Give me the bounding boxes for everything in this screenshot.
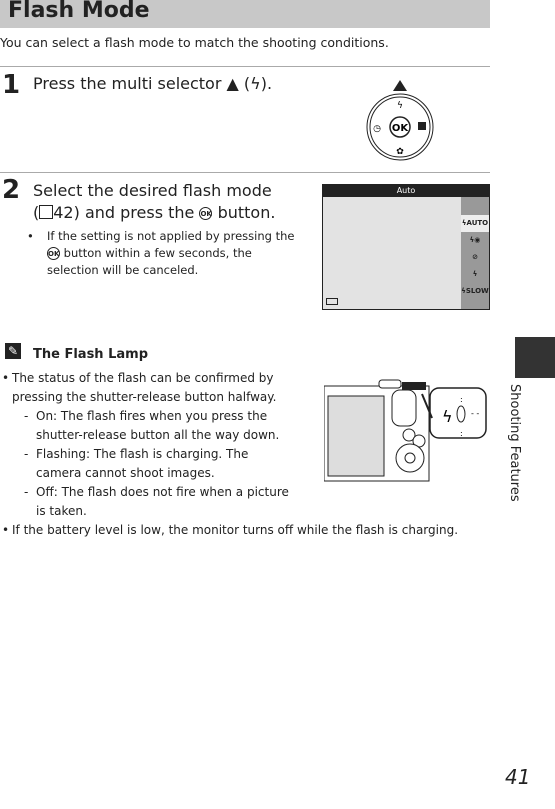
menu-item-fill[interactable]: ϟ <box>461 266 489 283</box>
note-body: • The status of the flash can be confirme… <box>2 371 459 537</box>
intro-text: You can select a flash mode to match the… <box>0 35 389 50</box>
battery-icon <box>326 298 338 305</box>
screen-title: Auto <box>323 185 489 197</box>
flash-mode-menu: ϟAUTO ϟ◉ ⊘ ϟ ϟSLOW <box>461 197 489 309</box>
section-tab <box>515 337 555 378</box>
svg-text:ϟ: ϟ <box>397 101 403 111</box>
page-number: 41 <box>505 765 531 789</box>
section-title-bar: Flash Mode <box>0 0 490 28</box>
divider <box>0 66 490 67</box>
camera-monitor-screen: Auto ϟAUTO ϟ◉ ⊘ ϟ ϟSLOW <box>322 184 490 310</box>
ok-button-icon: OK <box>47 247 60 260</box>
menu-item-auto[interactable]: ϟAUTO <box>461 215 489 232</box>
list-item: • If the setting is not applied by pressi… <box>27 229 295 277</box>
note-icon: ✎ <box>5 343 21 359</box>
svg-text:OK: OK <box>392 123 410 134</box>
multi-selector-illustration: OK ϟ ◷ ✿ <box>366 80 434 161</box>
step-text: Press the multi selector ▲ (ϟ). <box>33 74 273 93</box>
page-title: Flash Mode <box>8 0 150 23</box>
divider <box>0 172 490 173</box>
camera-back-illustration: ϟ :: - - <box>324 379 487 482</box>
svg-text:◷: ◷ <box>373 124 381 134</box>
note-title: The Flash Lamp <box>33 347 149 362</box>
section-tab-label: Shooting Features <box>507 384 522 502</box>
step-number: 1 <box>2 70 21 100</box>
svg-text:- -: - - <box>471 409 479 418</box>
svg-text::: : <box>460 429 463 438</box>
svg-text:✿: ✿ <box>396 147 404 157</box>
ok-button-icon: OK <box>199 207 213 220</box>
step-number: 2 <box>2 175 21 205</box>
svg-text::: : <box>460 395 463 404</box>
menu-item-red-eye[interactable]: ϟ◉ <box>461 232 489 249</box>
svg-text:ϟ: ϟ <box>442 407 453 426</box>
menu-item-slow[interactable]: ϟSLOW <box>461 283 489 300</box>
step-text: Select the desired flash mode (42) and p… <box>33 181 276 222</box>
menu-item-off[interactable]: ⊘ <box>461 249 489 266</box>
book-icon <box>39 205 54 219</box>
